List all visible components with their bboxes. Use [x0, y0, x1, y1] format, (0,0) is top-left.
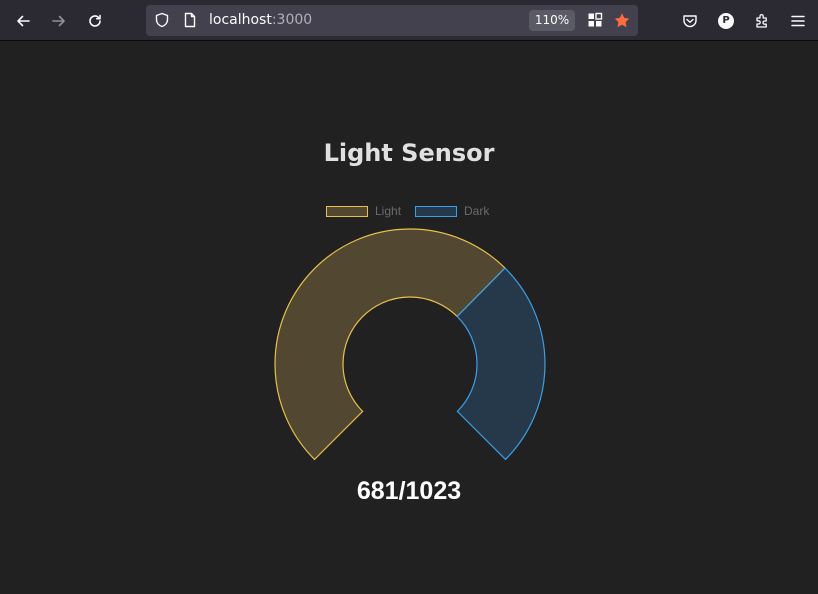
grid-icon[interactable] — [587, 12, 603, 28]
forward-button[interactable] — [46, 8, 72, 34]
hamburger-menu-icon — [791, 15, 805, 27]
bookmark-star-icon[interactable] — [614, 12, 630, 28]
account-button[interactable]: P — [713, 8, 739, 34]
menu-button[interactable] — [785, 8, 811, 34]
sensor-reading: 681/1023 — [356, 477, 462, 505]
reload-icon — [89, 14, 101, 27]
zoom-level-badge[interactable]: 110% — [529, 10, 575, 31]
reload-button[interactable] — [82, 8, 108, 34]
extensions-button[interactable] — [749, 8, 775, 34]
shield-icon[interactable] — [154, 12, 170, 28]
url-text[interactable]: localhost:3000 — [209, 11, 312, 29]
back-button[interactable] — [10, 8, 36, 34]
page-icon[interactable] — [182, 12, 198, 28]
gauge-chart — [274, 228, 546, 461]
url-port: :3000 — [271, 12, 313, 28]
puzzle-icon — [756, 14, 767, 28]
page-content: Light Sensor Light Dark 681/1023 — [0, 41, 818, 594]
avatar: P — [718, 13, 734, 29]
forward-arrow-icon — [52, 15, 65, 27]
browser-toolbar: localhost:3000 110% P — [0, 0, 818, 41]
pocket-button[interactable] — [677, 8, 703, 34]
back-arrow-icon — [17, 15, 30, 27]
pocket-icon — [683, 15, 697, 28]
address-bar[interactable]: localhost:3000 110% — [146, 5, 638, 36]
url-host: localhost — [209, 12, 272, 28]
